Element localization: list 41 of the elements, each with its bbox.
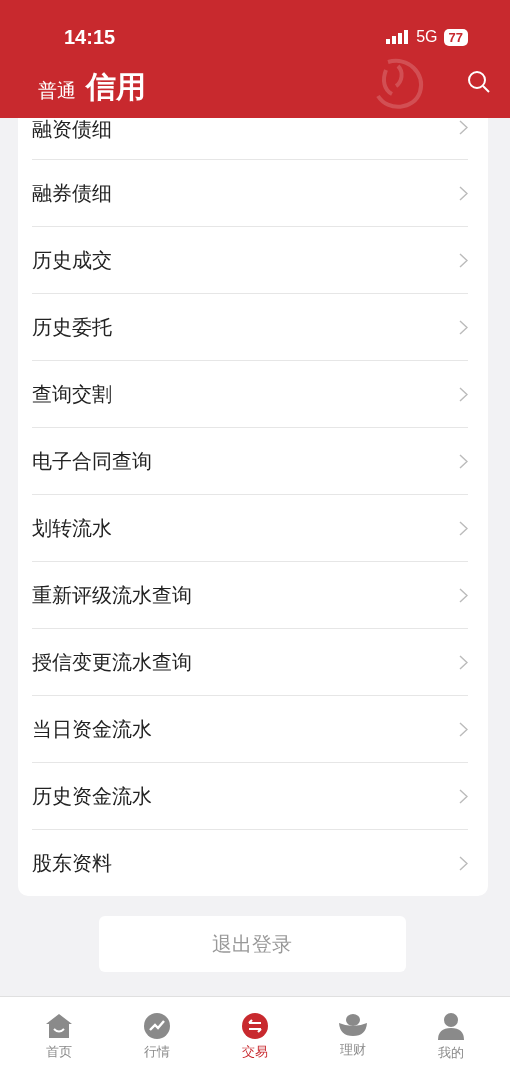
chevron-icon	[459, 319, 468, 335]
chevron-icon	[459, 855, 468, 871]
tab-item[interactable]: 我的	[416, 997, 486, 1084]
tab-item[interactable]: 行情	[122, 997, 192, 1084]
network-label: 5G	[416, 28, 438, 46]
menu-item[interactable]: 融资债细	[32, 118, 468, 160]
tab-item[interactable]: 交易	[220, 997, 290, 1084]
chevron-icon	[459, 520, 468, 536]
battery-level: 77	[443, 28, 468, 46]
exchange-icon	[242, 1013, 268, 1039]
signal-icon	[386, 30, 411, 44]
menu-item[interactable]: 融券债细	[32, 160, 468, 227]
chevron-icon	[459, 587, 468, 603]
chart-icon	[144, 1013, 170, 1039]
chevron-icon	[459, 185, 468, 201]
chevron-icon	[459, 386, 468, 402]
menu-item[interactable]: 授信变更流水查询	[32, 629, 468, 696]
menu-item[interactable]: 历史成交	[32, 227, 468, 294]
menu-item[interactable]: 历史委托	[32, 294, 468, 361]
menu-item[interactable]: 电子合同查询	[32, 428, 468, 495]
home-icon	[45, 1013, 73, 1039]
tab-item[interactable]: 理财	[318, 997, 388, 1084]
chevron-icon	[459, 453, 468, 469]
chevron-icon	[459, 252, 468, 268]
header-tab[interactable]: 信用	[86, 67, 146, 112]
status-time: 14:15	[64, 25, 116, 49]
menu-item[interactable]: 股东资料	[32, 830, 468, 896]
menu-item[interactable]: 划转流水	[32, 495, 468, 562]
chevron-icon	[459, 721, 468, 737]
tab-item[interactable]: 首页	[24, 997, 94, 1084]
menu-item[interactable]: 重新评级流水查询	[32, 562, 468, 629]
chevron-icon	[459, 654, 468, 670]
menu-item[interactable]: 历史资金流水	[32, 763, 468, 830]
ingot-icon	[338, 1013, 368, 1037]
menu-item[interactable]: 查询交割	[32, 361, 468, 428]
menu-item[interactable]: 当日资金流水	[32, 696, 468, 763]
chevron-icon	[459, 120, 468, 135]
header-tab[interactable]: 普通	[38, 78, 76, 112]
chevron-icon	[459, 788, 468, 804]
search-icon[interactable]	[467, 70, 491, 94]
person-icon	[438, 1013, 464, 1040]
